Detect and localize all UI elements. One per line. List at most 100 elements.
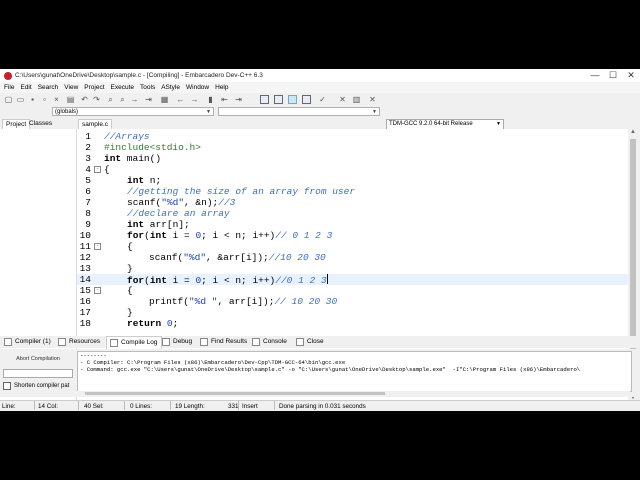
unindent-icon[interactable]: ⇥ — [234, 95, 243, 104]
resources-icon — [58, 338, 66, 346]
compile-log-output[interactable]: -------- - C Compiler: C:\Program Files (… — [77, 351, 632, 392]
close-window-button[interactable]: ✕ — [622, 69, 640, 82]
run-icon[interactable] — [274, 95, 283, 104]
new-project-icon[interactable]: ▦ — [160, 95, 169, 104]
main-toolbar: ▢ ▭ ▪ ▫ × ▤ ↶ ↷ ⌕ ⌕ → ⇥ ▦ ← → ▮ ⇤ ⇥ ✓ ✕ … — [0, 93, 640, 130]
tab-resources[interactable]: Resources — [58, 336, 100, 348]
compile-run-icon[interactable] — [288, 95, 297, 104]
tab-compiler-label: Compiler (1) — [15, 338, 51, 345]
code-text: ; i < n; i++) — [201, 230, 276, 241]
profile-icon[interactable]: ▥ — [352, 95, 361, 104]
compiler-icon — [4, 338, 12, 346]
tab-console[interactable]: Console — [252, 336, 287, 348]
debug-icon[interactable]: ✕ — [338, 95, 347, 104]
close-panel-button[interactable]: Close — [296, 336, 324, 348]
menu-file[interactable]: File — [4, 84, 14, 91]
stop-icon[interactable]: ✕ — [368, 95, 377, 104]
compile-log-panel: Abort Compilation Shorten compiler pat -… — [0, 349, 640, 397]
code-text: i = — [166, 230, 196, 241]
replace-icon[interactable]: ⌕ — [118, 95, 127, 104]
tab-compiler[interactable]: Compiler (1) — [4, 336, 51, 348]
save-all-icon[interactable]: ▫ — [40, 95, 49, 104]
panel-tabs: Project Classes sample.c — [0, 119, 640, 130]
redo-icon[interactable]: ↷ — [92, 95, 101, 104]
save-icon[interactable]: ▪ — [28, 95, 37, 104]
tab-compile-log[interactable]: Compile Log — [106, 336, 162, 349]
goto-line-icon[interactable]: ⇥ — [144, 95, 153, 104]
code-comment: //getting the size of an array from user — [127, 186, 356, 197]
menu-search[interactable]: Search — [38, 84, 59, 91]
code-comment: //Arrays — [104, 131, 150, 142]
code-text: } — [127, 263, 133, 274]
divider — [78, 401, 79, 410]
tab-classes[interactable]: Classes — [26, 119, 55, 129]
scope-select[interactable]: (globals) ▼ — [52, 107, 214, 116]
find-next-icon[interactable]: → — [130, 95, 139, 104]
menu-window[interactable]: Window — [186, 84, 209, 91]
menu-view[interactable]: View — [64, 84, 78, 91]
open-file-icon[interactable]: ▭ — [16, 95, 25, 104]
class-toolbar: (globals) ▼ ▼ — [0, 106, 640, 118]
compile-icon[interactable] — [260, 95, 269, 104]
menu-help[interactable]: Help — [215, 84, 228, 91]
line-number: 7 — [85, 197, 91, 208]
fold-toggle-icon[interactable]: - — [94, 166, 101, 173]
print-icon[interactable]: ▤ — [66, 95, 75, 104]
rebuild-all-icon[interactable] — [302, 95, 311, 104]
scrollbar-thumb[interactable] — [85, 392, 385, 395]
code-preprocessor: #include<stdio.h> — [104, 142, 201, 153]
scroll-up-icon[interactable]: ▲ — [628, 129, 638, 137]
log-horizontal-scrollbar[interactable] — [77, 391, 630, 396]
minimize-button[interactable]: — — [586, 69, 604, 82]
forward-icon[interactable]: → — [190, 95, 199, 104]
code-text: printf( — [149, 296, 189, 307]
divider — [274, 401, 275, 410]
maximize-button[interactable]: ☐ — [604, 69, 622, 82]
log-line: - Command: gcc.exe "C:\Users\gunat\OneDr… — [80, 366, 581, 373]
function-select[interactable]: ▼ — [218, 107, 380, 116]
menu-edit[interactable]: Edit — [20, 84, 31, 91]
code-line: 8 //declare an array — [77, 208, 628, 219]
undo-icon[interactable]: ↶ — [80, 95, 89, 104]
status-sel-label: 40 Sel: — [84, 403, 104, 410]
code-text: } — [127, 307, 133, 318]
tab-find-results[interactable]: Find Results — [200, 336, 247, 348]
menu-astyle[interactable]: AStyle — [161, 84, 180, 91]
fold-toggle-icon[interactable]: - — [94, 243, 101, 250]
line-number: 3 — [85, 153, 91, 164]
shorten-paths-checkbox[interactable]: Shorten compiler pat — [3, 382, 69, 390]
code-text: scanf( — [149, 252, 184, 263]
tab-debug[interactable]: Debug — [162, 336, 192, 348]
menu-project[interactable]: Project — [84, 84, 104, 91]
code-string: "%d " — [188, 296, 218, 307]
shorten-paths-label: Shorten compiler pat — [14, 383, 70, 389]
chevron-down-icon: ▼ — [372, 109, 377, 115]
find-icon[interactable]: ⌕ — [106, 95, 115, 104]
code-string: "%d" — [183, 252, 207, 263]
divider — [170, 401, 171, 410]
divider — [238, 401, 239, 410]
abort-compilation-button[interactable]: Abort Compilation — [3, 352, 73, 366]
status-line-label: Line: — [2, 403, 16, 410]
code-keyword: int — [127, 219, 145, 230]
code-line: 5 int n; — [77, 175, 628, 186]
indent-icon[interactable]: ⇤ — [220, 95, 229, 104]
menu-execute[interactable]: Execute — [111, 84, 135, 91]
close-file-icon[interactable]: × — [52, 95, 61, 104]
line-number: 6 — [85, 186, 91, 197]
menu-tools[interactable]: Tools — [140, 84, 155, 91]
bookmark-icon[interactable]: ▮ — [206, 95, 215, 104]
fold-toggle-icon[interactable]: - — [94, 287, 101, 294]
title-bar: C:\Users\gunat\OneDrive\Desktop\sample.c… — [0, 69, 640, 82]
window-title: C:\Users\gunat\OneDrive\Desktop\sample.c… — [15, 72, 263, 79]
line-number: 13 — [79, 263, 91, 274]
back-icon[interactable]: ← — [176, 95, 185, 104]
status-length-label: 19 Length: — [175, 403, 205, 410]
divider — [124, 401, 125, 410]
check-icon[interactable]: ✓ — [318, 95, 327, 104]
checkbox-icon[interactable] — [3, 382, 11, 390]
code-text: scanf( — [127, 197, 162, 208]
code-text: , &arr[i]); — [206, 252, 269, 263]
new-file-icon[interactable]: ▢ — [4, 95, 13, 104]
line-number: 16 — [79, 296, 91, 307]
